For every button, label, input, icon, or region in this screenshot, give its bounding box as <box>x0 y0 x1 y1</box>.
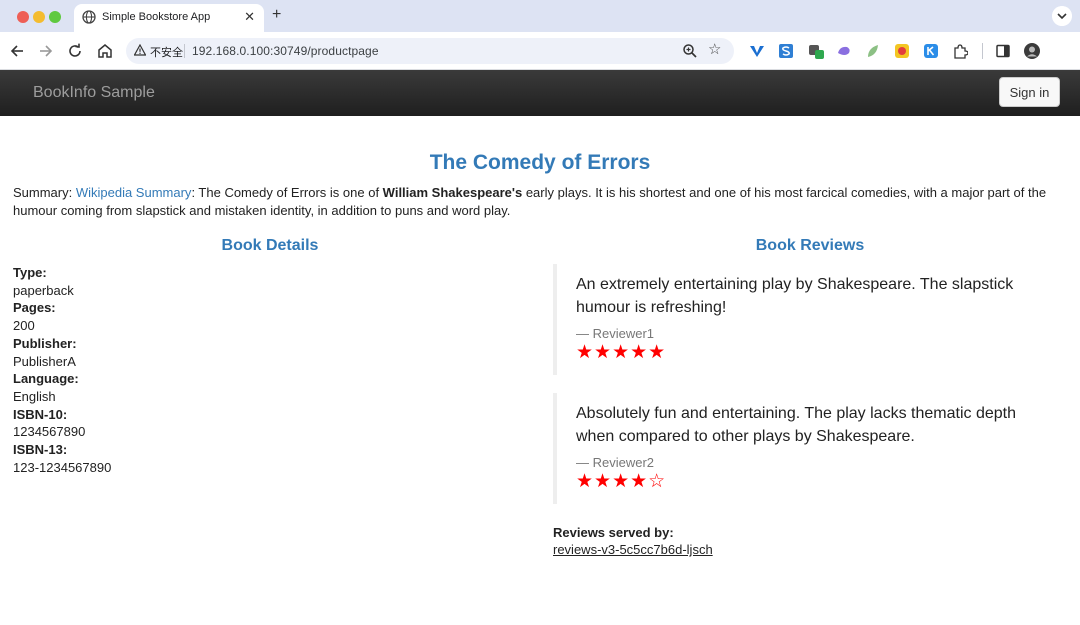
wikipedia-summary-link[interactable]: Wikipedia Summary <box>76 185 192 200</box>
review-author: — Reviewer1 <box>576 326 655 341</box>
close-window-button[interactable] <box>17 11 29 23</box>
home-icon[interactable] <box>96 42 114 60</box>
detail-value-language: English <box>13 388 56 404</box>
forward-arrow-icon[interactable] <box>37 42 55 60</box>
review-item: Absolutely fun and entertaining. The pla… <box>553 393 1033 504</box>
detail-label-isbn10: ISBN-10: <box>13 406 68 422</box>
extensions-icon[interactable] <box>952 43 968 59</box>
star-icon[interactable]: ☆ <box>708 42 721 58</box>
extension-s-icon[interactable] <box>778 43 794 59</box>
back-arrow-icon[interactable] <box>8 42 26 60</box>
star-rating-icon: ★★★★☆ <box>576 471 667 492</box>
address-bar[interactable]: 不安全 192.168.0.100:30749/productpage ☆ <box>126 38 734 64</box>
url-text[interactable]: 192.168.0.100:30749/productpage <box>192 44 379 58</box>
insecure-label[interactable]: 不安全 <box>150 44 183 60</box>
summary-author: William Shakespeare's <box>382 185 523 200</box>
new-tab-button[interactable]: + <box>272 6 281 24</box>
brand-link[interactable]: BookInfo Sample <box>33 84 155 102</box>
tab-close-icon[interactable]: ✕ <box>244 9 255 25</box>
served-by-pod: reviews-v3-5c5cc7b6d-ljsch <box>553 542 713 557</box>
extension-yellow-icon[interactable] <box>894 43 910 59</box>
star-rating-icon: ★★★★★ <box>576 342 667 363</box>
detail-value-isbn10: 1234567890 <box>13 424 86 440</box>
book-summary: Summary: Wikipedia Summary: The Comedy o… <box>13 184 1067 220</box>
detail-value-pages: 200 <box>13 318 35 334</box>
served-by-label: Reviews served by: <box>553 525 674 540</box>
reload-icon[interactable] <box>66 42 84 60</box>
extension-puzzle-badge-icon[interactable] <box>808 43 824 59</box>
detail-label-pages: Pages: <box>13 300 56 316</box>
browser-toolbar: 不安全 192.168.0.100:30749/productpage ☆ <box>0 32 1080 70</box>
browser-tab[interactable]: Simple Bookstore App ✕ <box>74 4 264 32</box>
tab-title: Simple Bookstore App <box>102 11 211 23</box>
review-item: An extremely entertaining play by Shakes… <box>553 264 1033 375</box>
summary-label: Summary: <box>13 185 76 200</box>
extension-k-icon[interactable] <box>923 43 939 59</box>
globe-icon <box>82 10 96 24</box>
detail-label-isbn13: ISBN-13: <box>13 442 68 458</box>
detail-label-language: Language: <box>13 371 79 387</box>
maximize-window-button[interactable] <box>49 11 61 23</box>
extension-leaf-icon[interactable] <box>865 43 881 59</box>
app-navbar: BookInfo Sample Sign in <box>0 70 1080 116</box>
extension-v-icon[interactable] <box>749 43 765 59</box>
review-text: An extremely entertaining play by Shakes… <box>576 276 1014 316</box>
detail-value-type: paperback <box>13 282 74 298</box>
book-title: The Comedy of Errors <box>429 151 651 174</box>
chevron-down-icon[interactable] <box>1052 6 1072 26</box>
side-panel-icon[interactable] <box>995 43 1011 59</box>
reviews-served-by: Reviews served by: reviews-v3-5c5cc7b6d-… <box>553 524 713 558</box>
summary-text: : The Comedy of Errors is one of <box>191 185 383 200</box>
minimize-window-button[interactable] <box>33 11 45 23</box>
book-details-heading: Book Details <box>221 237 319 254</box>
detail-value-isbn13: 123-1234567890 <box>13 459 112 475</box>
detail-value-publisher: PublisherA <box>13 353 76 369</box>
divider <box>982 43 983 59</box>
divider <box>184 44 185 58</box>
extension-purple-icon[interactable] <box>836 43 852 59</box>
book-details-list: Type: paperback Pages: 200 Publisher: Pu… <box>13 264 513 476</box>
sign-in-button[interactable]: Sign in <box>999 77 1060 107</box>
browser-tab-bar: Simple Bookstore App ✕ + <box>0 0 1080 32</box>
detail-label-type: Type: <box>13 265 47 280</box>
review-author: — Reviewer2 <box>576 455 655 470</box>
warning-icon[interactable] <box>134 44 146 56</box>
book-reviews-heading: Book Reviews <box>755 237 865 254</box>
zoom-icon[interactable] <box>682 43 698 59</box>
profile-avatar[interactable] <box>1024 43 1040 59</box>
review-text: Absolutely fun and entertaining. The pla… <box>576 405 1016 445</box>
detail-label-publisher: Publisher: <box>13 335 77 351</box>
